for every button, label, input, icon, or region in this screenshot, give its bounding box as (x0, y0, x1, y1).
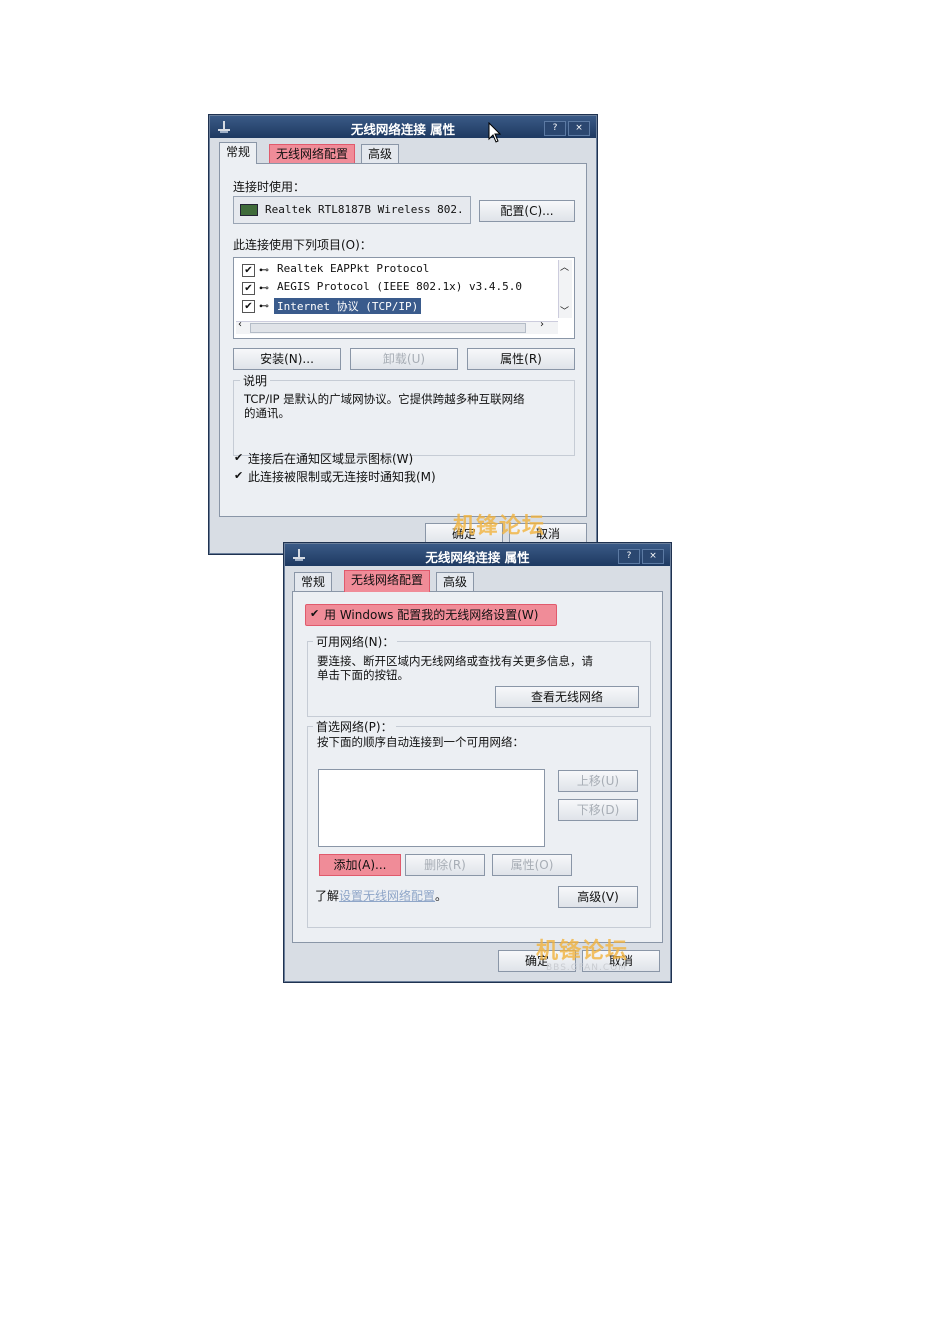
preferred-networks-list[interactable] (318, 769, 545, 847)
notify-label[interactable]: 此连接被限制或无连接时通知我(M) (248, 468, 436, 485)
learn-suffix: 。 (435, 889, 448, 903)
adapter-field: Realtek RTL8187B Wireless 802. (233, 196, 471, 224)
tab-general[interactable]: 常规 (219, 142, 258, 164)
tab-advanced[interactable]: 高级 (361, 144, 400, 163)
properties-button[interactable]: 属性(R) (467, 348, 575, 370)
title-bar[interactable]: 无线网络连接 属性 ? × (210, 116, 596, 138)
uninstall-button[interactable]: 卸载(U) (350, 348, 458, 370)
notify-checkbox[interactable]: ✔ (234, 469, 243, 482)
show-icon-checkbox[interactable]: ✔ (234, 451, 243, 464)
tab-panel: 连接时使用： Realtek RTL8187B Wireless 802. 配置… (219, 163, 587, 517)
checkbox-item-1[interactable]: ✔ (242, 264, 255, 277)
title-bar[interactable]: 无线网络连接 属性 ? × (285, 544, 670, 566)
available-networks-text-2: 单击下面的按钮。 (317, 668, 409, 682)
list-item-selected[interactable]: Internet 协议 (TCP/IP) (274, 298, 422, 314)
list-item[interactable]: AEGIS Protocol (IEEE 802.1x) v3.4.5.0 (277, 280, 522, 293)
move-up-button[interactable]: 上移(U) (558, 770, 638, 792)
checkbox-item-2[interactable]: ✔ (242, 282, 255, 295)
use-windows-checkbox[interactable]: ✔ (310, 607, 319, 620)
description-label: 说明 (240, 372, 271, 389)
items-label: 此连接使用下列项目(O)： (233, 238, 372, 252)
scroll-left-icon[interactable]: ‹ (238, 319, 242, 330)
remove-button[interactable]: 删除(R) (405, 854, 485, 876)
tab-panel: ✔ 用 Windows 配置我的无线网络设置(W) 可用网络(N)： 要连接、断… (292, 591, 663, 943)
checkbox-item-3[interactable]: ✔ (242, 300, 255, 313)
tab-general[interactable]: 常规 (294, 572, 333, 591)
available-networks-label: 可用网络(N)： (313, 633, 398, 650)
tab-wireless-config[interactable]: 无线网络配置 (269, 144, 356, 163)
preferred-properties-button[interactable]: 属性(O) (492, 854, 572, 876)
close-button[interactable]: × (642, 549, 664, 564)
components-list[interactable]: ✔ ⊷ Realtek EAPPkt Protocol ✔ ⊷ AEGIS Pr… (233, 257, 575, 339)
scroll-right-icon[interactable]: › (540, 319, 544, 330)
list-item[interactable]: Realtek EAPPkt Protocol (277, 262, 429, 275)
advanced-button[interactable]: 高级(V) (558, 886, 638, 908)
adapter-name: Realtek RTL8187B Wireless 802. (265, 203, 464, 216)
properties-dialog-general: 无线网络连接 属性 ? × 常规 无线网络配置 高级 连接时使用： Realte… (208, 114, 598, 555)
help-button[interactable]: ? (544, 121, 566, 136)
learn-more-link[interactable]: 设置无线网络配置 (339, 889, 435, 903)
dialog-title: 无线网络连接 属性 (425, 550, 530, 565)
use-windows-label[interactable]: 用 Windows 配置我的无线网络设置(W) (324, 606, 538, 623)
protocol-icon: ⊷ (259, 265, 269, 276)
watermark-url: BBS.GFAN.COM (546, 963, 627, 973)
watermark-logo: 机锋论坛 (453, 514, 546, 539)
scroll-up-icon[interactable]: ︿ (560, 260, 569, 273)
preferred-networks-label: 首选网络(P)： (313, 718, 396, 735)
preferred-networks-text: 按下面的顺序自动连接到一个可用网络： (317, 735, 524, 749)
learn-prefix: 了解 (315, 889, 340, 903)
tab-wireless-config[interactable]: 无线网络配置 (344, 570, 431, 592)
horizontal-scroll-thumb[interactable] (250, 323, 526, 333)
tab-advanced[interactable]: 高级 (436, 572, 475, 591)
configure-button[interactable]: 配置(C)... (479, 200, 575, 222)
watermark-logo: 机锋论坛 (536, 939, 629, 964)
mouse-cursor-icon (488, 122, 502, 143)
description-text-2: 的通讯。 (244, 406, 290, 420)
dialog-title: 无线网络连接 属性 (350, 122, 456, 137)
scroll-down-icon[interactable]: ﹀ (560, 304, 569, 317)
network-card-icon (240, 204, 258, 216)
connect-using-label: 连接时使用： (233, 180, 306, 194)
learn-more-text: 了解设置无线网络配置。 (315, 887, 447, 904)
show-icon-label[interactable]: 连接后在通知区域显示图标(W) (248, 450, 413, 467)
view-wireless-networks-button[interactable]: 查看无线网络 (495, 686, 639, 708)
close-button[interactable]: × (568, 121, 590, 136)
install-button[interactable]: 安装(N)... (233, 348, 341, 370)
properties-dialog-wireless: 无线网络连接 属性 ? × 常规 无线网络配置 高级 ✔ 用 Windows 配… (283, 542, 672, 983)
help-button[interactable]: ? (618, 549, 640, 564)
add-button[interactable]: 添加(A)... (319, 854, 401, 876)
protocol-icon: ⊷ (259, 283, 269, 294)
move-down-button[interactable]: 下移(D) (558, 799, 638, 821)
protocol-icon: ⊷ (259, 301, 269, 312)
